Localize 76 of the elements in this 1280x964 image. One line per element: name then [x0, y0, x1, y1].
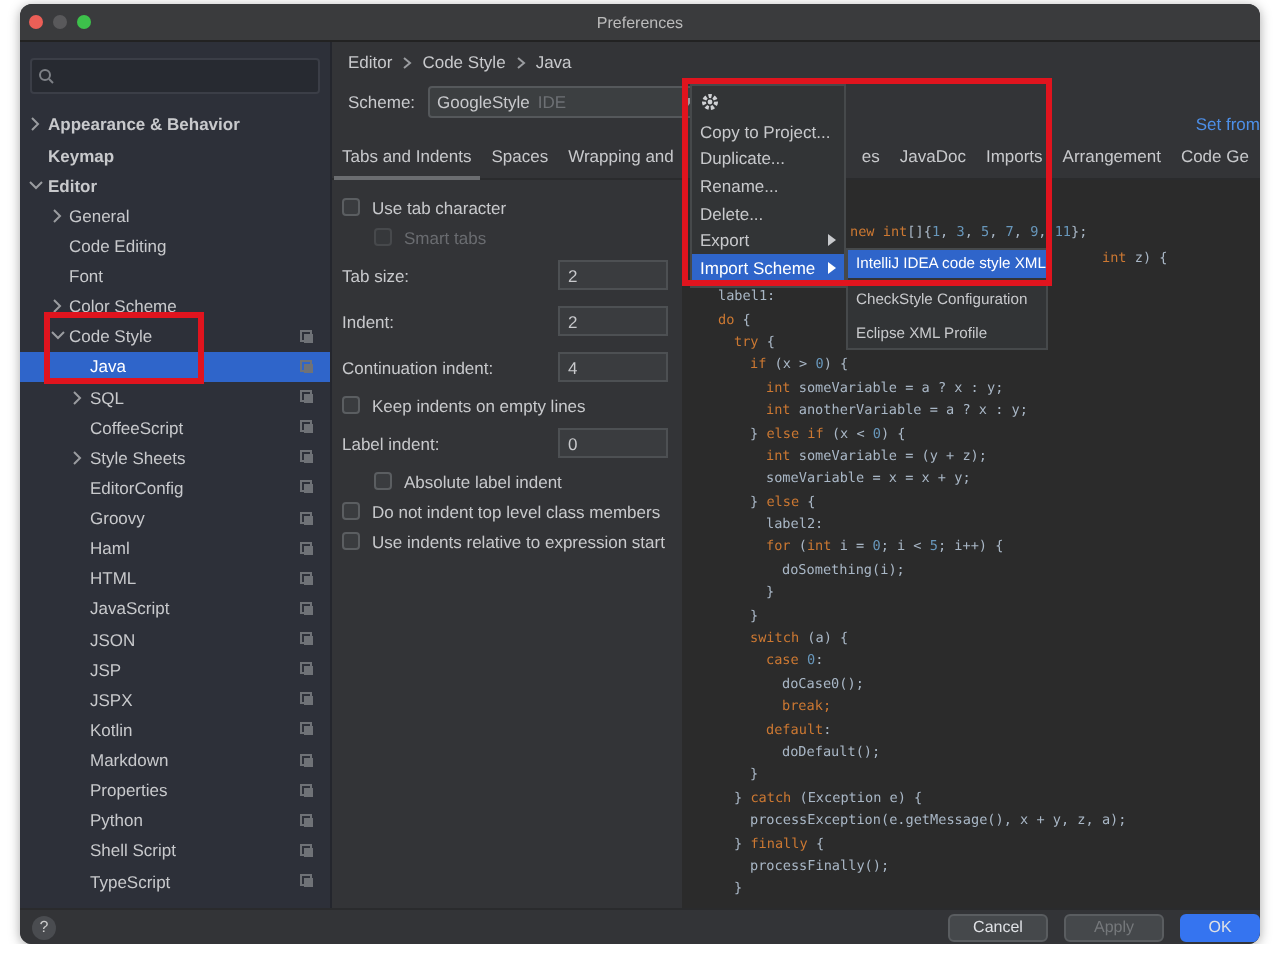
option-label: Tab size: — [342, 265, 410, 285]
chevron-right-icon[interactable] — [28, 116, 44, 133]
sidebar-item[interactable]: CoffeeScript — [20, 412, 330, 443]
sidebar-item[interactable]: Properties — [20, 775, 330, 806]
sidebar-item[interactable]: Code Style — [20, 321, 330, 352]
sidebar-item[interactable]: JSPX — [20, 684, 330, 715]
chevron-right-icon[interactable] — [49, 298, 65, 315]
option-label: Absolute label indent — [404, 471, 562, 491]
tab[interactable]: Spaces — [483, 146, 557, 180]
breadcrumb-item[interactable]: Editor — [348, 52, 393, 72]
option-label: Use tab character — [372, 197, 507, 217]
help-button[interactable]: ? — [32, 915, 56, 939]
dialog-button[interactable]: Cancel — [948, 913, 1048, 941]
chevron-down-icon[interactable] — [28, 177, 44, 194]
sidebar-item[interactable]: Editor — [20, 170, 330, 201]
set-from-link[interactable]: Set from — [1195, 114, 1260, 134]
window-title: Preferences — [596, 13, 684, 31]
sidebar-item[interactable]: Python — [20, 805, 330, 836]
number-field[interactable]: 4 — [558, 352, 668, 382]
scheme-label: Scheme: — [348, 92, 416, 112]
sidebar-item[interactable]: Groovy — [20, 502, 330, 534]
option-label: Label indent: — [342, 433, 440, 453]
sidebar-item[interactable]: JSON — [20, 623, 330, 655]
number-field[interactable]: 2 — [558, 306, 668, 336]
checkbox[interactable] — [342, 396, 360, 414]
option-label: Use indents relative to expression start — [372, 531, 665, 551]
chevron-right-icon[interactable] — [70, 389, 86, 405]
tab[interactable]: Arrangement — [1054, 146, 1169, 180]
sidebar-item[interactable]: HTML — [20, 563, 330, 594]
tab[interactable]: es — [853, 146, 888, 180]
search-icon — [38, 67, 58, 84]
tab[interactable]: JavaDoc — [891, 146, 974, 180]
option-label: Do not indent top level class members — [372, 501, 661, 521]
sidebar-item[interactable]: JavaScript — [20, 593, 330, 624]
sidebar-item[interactable]: Style Sheets — [20, 442, 330, 473]
sidebar-item[interactable]: Java — [20, 351, 330, 382]
sidebar-item[interactable]: Markdown — [20, 744, 330, 776]
sidebar-item[interactable]: Haml — [20, 533, 330, 564]
option-label: Indent: — [342, 311, 394, 331]
sidebar-item[interactable]: Color Scheme — [20, 291, 330, 322]
option-label: Continuation indent: — [342, 357, 494, 377]
sidebar-item[interactable]: Appearance & Behavior — [20, 109, 330, 140]
checkbox[interactable] — [342, 502, 360, 520]
checkbox[interactable] — [342, 532, 360, 550]
chevron-right-icon[interactable] — [49, 207, 65, 224]
checkbox[interactable] — [374, 472, 392, 490]
sidebar-item[interactable]: SQL — [20, 381, 330, 413]
number-field[interactable]: 0 — [558, 428, 668, 458]
tab[interactable]: Tabs and Indents — [334, 146, 480, 180]
breadcrumb-item[interactable]: Java — [535, 52, 572, 72]
option-label: Smart tabs — [404, 227, 487, 247]
menu-item[interactable]: Import Scheme — [692, 253, 844, 282]
number-field[interactable]: 2 — [558, 260, 668, 290]
sidebar-item[interactable]: Font — [20, 260, 330, 292]
sidebar-item[interactable]: JSP — [20, 654, 330, 685]
tab[interactable]: Wrapping and — [560, 146, 682, 180]
sidebar-item[interactable]: EditorConfig — [20, 472, 330, 503]
chevron-right-icon — [402, 55, 413, 69]
sidebar-item[interactable]: Kotlin — [20, 714, 330, 745]
sidebar-item[interactable]: TypeScript — [20, 865, 330, 897]
search-field[interactable] — [30, 58, 320, 94]
gear-icon[interactable] — [700, 92, 720, 112]
checkbox[interactable] — [342, 198, 360, 216]
sidebar-item[interactable]: General — [20, 200, 330, 231]
chevron-right-icon — [515, 55, 526, 69]
sidebar-item[interactable]: Shell Script — [20, 835, 330, 866]
sidebar-item[interactable]: Code Editing — [20, 230, 330, 261]
sidebar-item[interactable]: Keymap — [20, 139, 330, 171]
submenu-arrow-icon — [828, 234, 836, 247]
option-label: Keep indents on empty lines — [372, 395, 586, 415]
chevron-right-icon[interactable] — [70, 449, 86, 466]
submenu-arrow-icon — [828, 261, 836, 274]
tab[interactable]: Imports — [977, 146, 1051, 180]
chevron-down-icon[interactable] — [49, 328, 65, 345]
breadcrumb-item[interactable]: Code Style — [422, 52, 506, 72]
tab[interactable]: Code Ge — [1172, 146, 1257, 180]
